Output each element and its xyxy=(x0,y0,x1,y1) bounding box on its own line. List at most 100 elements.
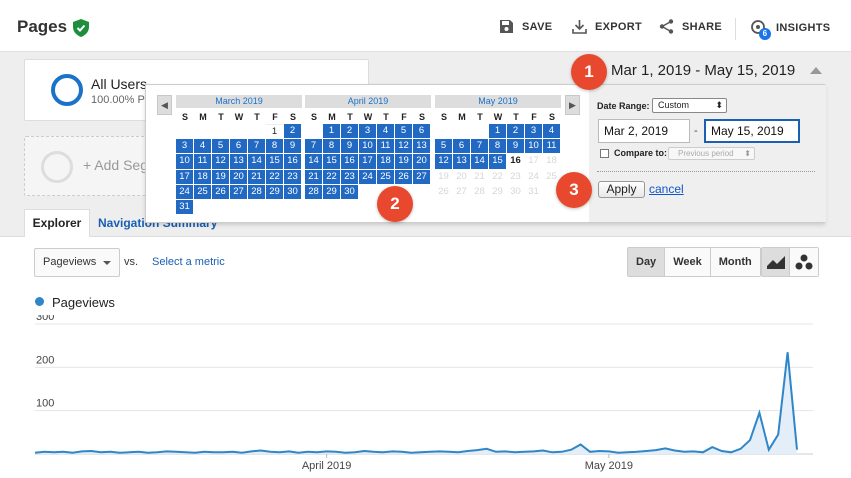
day-cell[interactable]: 8 xyxy=(323,139,340,154)
day-cell[interactable]: 27 xyxy=(413,169,430,184)
tab-explorer[interactable]: Explorer xyxy=(24,209,90,237)
day-cell[interactable]: 1 xyxy=(323,124,340,139)
day-cell[interactable]: 5 xyxy=(395,124,412,139)
day-cell[interactable]: 7 xyxy=(305,139,322,154)
day-cell[interactable]: 17 xyxy=(176,169,193,184)
day-cell[interactable]: 11 xyxy=(377,139,394,154)
day-cell[interactable]: 31 xyxy=(176,199,193,215)
day-cell[interactable]: 4 xyxy=(194,139,211,154)
day-cell[interactable]: 14 xyxy=(248,154,265,169)
compare-checkbox[interactable] xyxy=(600,149,609,158)
insights-button[interactable]: 6 INSIGHTS xyxy=(750,19,830,40)
day-cell[interactable]: 17 xyxy=(359,154,376,169)
day-cell[interactable]: 25 xyxy=(194,184,211,199)
day-cell[interactable]: 16 xyxy=(507,154,524,169)
start-date-input[interactable]: Mar 2, 2019 xyxy=(598,119,690,143)
day-cell[interactable]: 9 xyxy=(507,139,524,154)
day-cell[interactable]: 15 xyxy=(489,154,506,169)
metric-select[interactable]: Pageviews xyxy=(34,248,120,277)
day-cell[interactable]: 2 xyxy=(341,124,358,139)
day-cell[interactable]: 11 xyxy=(543,139,560,154)
day-cell[interactable]: 1 xyxy=(266,124,283,139)
day-cell[interactable]: 19 xyxy=(212,169,229,184)
day-cell[interactable]: 29 xyxy=(323,184,340,199)
day-cell[interactable]: 18 xyxy=(377,154,394,169)
day-cell[interactable]: 7 xyxy=(248,139,265,154)
save-button[interactable]: SAVE xyxy=(499,19,552,34)
day-cell[interactable]: 18 xyxy=(194,169,211,184)
day-cell[interactable]: 20 xyxy=(413,154,430,169)
day-cell[interactable]: 1 xyxy=(489,124,506,139)
day-cell[interactable]: 7 xyxy=(471,139,488,154)
day-cell[interactable]: 5 xyxy=(435,139,452,154)
export-button[interactable]: EXPORT xyxy=(572,19,642,34)
line-chart-button[interactable] xyxy=(762,248,790,276)
day-cell[interactable]: 10 xyxy=(525,139,542,154)
day-cell[interactable]: 10 xyxy=(359,139,376,154)
day-cell[interactable]: 28 xyxy=(248,184,265,199)
granularity-month-button[interactable]: Month xyxy=(709,248,760,276)
day-cell[interactable]: 8 xyxy=(266,139,283,154)
day-cell[interactable]: 16 xyxy=(284,154,301,169)
prev-month-button[interactable]: ◀ xyxy=(157,95,172,115)
date-range-select[interactable]: Custom xyxy=(652,98,727,113)
day-cell[interactable]: 2 xyxy=(284,124,301,139)
day-cell[interactable]: 3 xyxy=(359,124,376,139)
day-cell[interactable]: 21 xyxy=(248,169,265,184)
cancel-link[interactable]: cancel xyxy=(649,182,684,196)
day-cell[interactable]: 2 xyxy=(507,124,524,139)
day-cell[interactable]: 3 xyxy=(176,139,193,154)
day-cell[interactable]: 4 xyxy=(543,124,560,139)
share-button[interactable]: SHARE xyxy=(659,19,722,34)
day-cell[interactable]: 20 xyxy=(230,169,247,184)
day-cell[interactable]: 26 xyxy=(395,169,412,184)
day-cell[interactable]: 24 xyxy=(359,169,376,184)
day-cell[interactable]: 27 xyxy=(230,184,247,199)
day-cell[interactable]: 3 xyxy=(525,124,542,139)
day-cell[interactable]: 19 xyxy=(395,154,412,169)
day-cell[interactable]: 16 xyxy=(341,154,358,169)
granularity-week-button[interactable]: Week xyxy=(664,248,710,276)
day-cell[interactable]: 30 xyxy=(341,184,358,199)
day-cell[interactable]: 23 xyxy=(341,169,358,184)
day-cell[interactable]: 28 xyxy=(305,184,322,199)
day-cell[interactable]: 24 xyxy=(176,184,193,199)
day-cell[interactable]: 13 xyxy=(413,139,430,154)
day-cell[interactable]: 22 xyxy=(323,169,340,184)
apply-button[interactable]: Apply xyxy=(598,181,645,198)
day-cell[interactable]: 12 xyxy=(395,139,412,154)
day-cell[interactable]: 30 xyxy=(284,184,301,199)
day-cell[interactable]: 21 xyxy=(305,169,322,184)
select-metric-link[interactable]: Select a metric xyxy=(152,256,225,268)
caret-up-icon[interactable] xyxy=(810,67,822,74)
day-cell[interactable]: 9 xyxy=(284,139,301,154)
day-cell[interactable]: 26 xyxy=(212,184,229,199)
date-range-toggle[interactable]: Mar 1, 2019 - May 15, 2019 xyxy=(611,62,795,79)
motion-chart-button[interactable] xyxy=(790,248,818,276)
day-cell[interactable]: 6 xyxy=(230,139,247,154)
day-cell[interactable]: 13 xyxy=(230,154,247,169)
day-cell[interactable]: 22 xyxy=(266,169,283,184)
day-cell[interactable]: 23 xyxy=(284,169,301,184)
day-cell[interactable]: 12 xyxy=(435,154,452,169)
end-date-input[interactable]: May 15, 2019 xyxy=(704,119,800,143)
day-cell[interactable]: 14 xyxy=(471,154,488,169)
day-cell[interactable]: 14 xyxy=(305,154,322,169)
day-cell[interactable]: 10 xyxy=(176,154,193,169)
day-cell[interactable]: 5 xyxy=(212,139,229,154)
day-cell[interactable]: 11 xyxy=(194,154,211,169)
day-cell[interactable]: 15 xyxy=(266,154,283,169)
day-cell[interactable]: 25 xyxy=(377,169,394,184)
day-cell[interactable]: 4 xyxy=(377,124,394,139)
granularity-day-button[interactable]: Day xyxy=(628,248,665,276)
compare-select[interactable]: Previous period xyxy=(668,147,755,160)
next-month-button[interactable]: ▶ xyxy=(565,95,580,115)
day-cell[interactable]: 9 xyxy=(341,139,358,154)
day-cell[interactable]: 15 xyxy=(323,154,340,169)
day-cell[interactable]: 6 xyxy=(453,139,470,154)
day-cell[interactable]: 6 xyxy=(413,124,430,139)
day-cell[interactable]: 29 xyxy=(266,184,283,199)
day-cell[interactable]: 8 xyxy=(489,139,506,154)
day-cell[interactable]: 12 xyxy=(212,154,229,169)
day-cell[interactable]: 13 xyxy=(453,154,470,169)
